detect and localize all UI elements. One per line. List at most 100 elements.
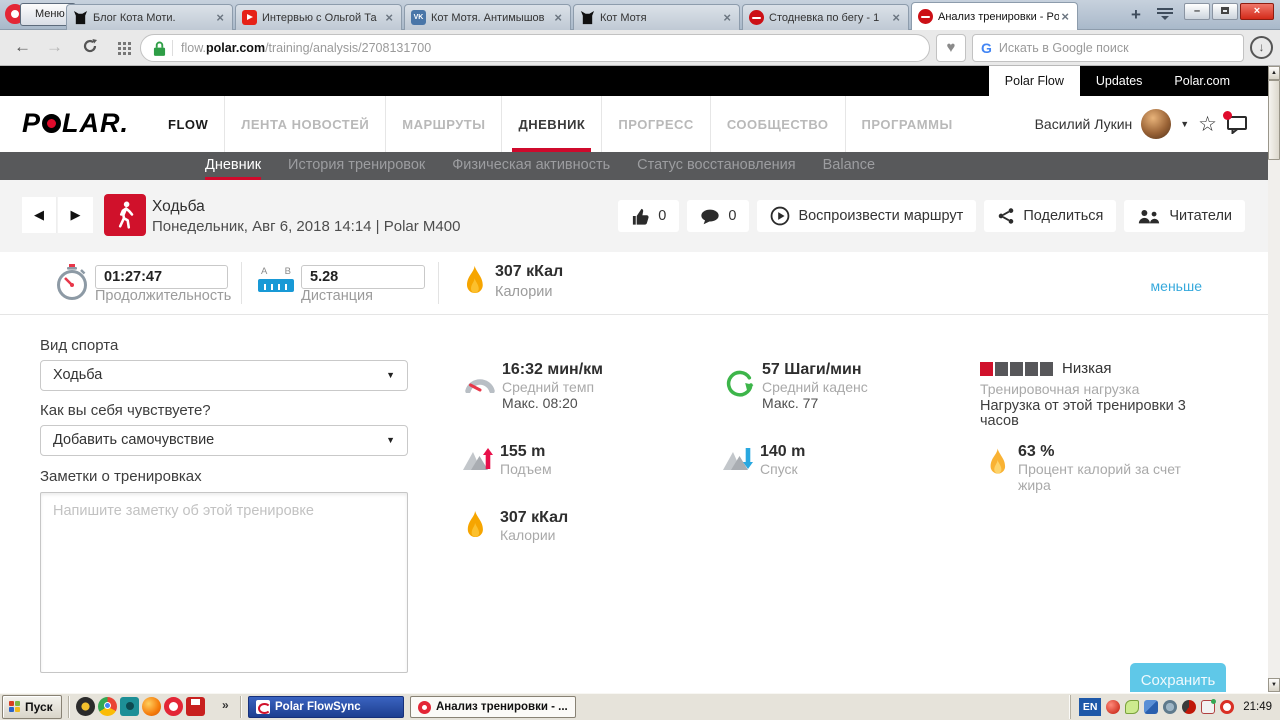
- diary-sub-nav: Дневник История тренировок Физическая ак…: [0, 152, 1268, 180]
- language-indicator[interactable]: EN: [1079, 698, 1101, 716]
- topbar-tab-polar-com[interactable]: Polar.com: [1158, 66, 1246, 96]
- favorites-star-icon[interactable]: ☆: [1198, 112, 1217, 137]
- subnav-item-history[interactable]: История тренировок: [288, 152, 425, 180]
- like-count: 0: [658, 208, 666, 224]
- download-icon[interactable]: ↓: [1250, 36, 1273, 59]
- tray-icon-target[interactable]: [1220, 700, 1234, 714]
- topbar-tab-polar-flow[interactable]: Polar Flow: [989, 66, 1080, 96]
- pace-stat: 16:32 мин/км Средний темп Макс. 08:20: [465, 361, 603, 411]
- share-button[interactable]: Поделиться: [984, 200, 1116, 232]
- tray-icon-red-ball[interactable]: [1106, 700, 1120, 714]
- notes-textarea[interactable]: [40, 492, 408, 673]
- start-button[interactable]: Пуск: [2, 695, 62, 719]
- notifications-icon[interactable]: [1226, 114, 1248, 134]
- tab-close-icon[interactable]: ×: [383, 10, 395, 25]
- system-tray: EN 21:49: [1070, 695, 1278, 719]
- tab-close-icon[interactable]: ×: [721, 10, 733, 25]
- tray-icon-swirl[interactable]: [1182, 700, 1196, 714]
- quick-launch-save-icon[interactable]: [186, 697, 205, 716]
- browser-tab-active[interactable]: Анализ тренировки - Po ×: [911, 2, 1078, 30]
- tab-close-icon[interactable]: ×: [1059, 9, 1071, 24]
- nav-item-community[interactable]: СООБЩЕСТВО: [710, 96, 845, 152]
- cadence-label: Средний каденс: [762, 379, 868, 395]
- quick-launch-firefox-icon[interactable]: [142, 697, 161, 716]
- browser-tab[interactable]: Блог Кота Моти. ×: [66, 4, 233, 30]
- search-input[interactable]: [999, 41, 1235, 55]
- load-label: Тренировочная нагрузка: [980, 381, 1195, 397]
- chevron-down-icon[interactable]: ▼: [1180, 119, 1189, 129]
- duration-input[interactable]: [95, 265, 228, 289]
- tab-close-icon[interactable]: ×: [890, 10, 902, 25]
- nav-item-feed[interactable]: ЛЕНТА НОВОСТЕЙ: [224, 96, 385, 152]
- like-button[interactable]: 0: [618, 200, 679, 232]
- feeling-select[interactable]: Добавить самочувствие ▼: [40, 425, 408, 456]
- nav-item-diary[interactable]: ДНЕВНИК: [501, 96, 601, 152]
- subnav-item-recovery[interactable]: Статус восстановления: [637, 152, 795, 180]
- ascent-mountain-icon: [463, 446, 494, 471]
- flame-icon: [462, 264, 487, 300]
- quick-launch-chrome-icon[interactable]: [98, 697, 117, 716]
- search-box[interactable]: G: [972, 34, 1244, 62]
- chevron-down-icon: ▼: [386, 361, 395, 390]
- browser-tab[interactable]: VK Кот Мотя. Антимышов ×: [404, 4, 571, 30]
- sport-select[interactable]: Ходьба ▼: [40, 360, 408, 391]
- bookmark-heart-icon[interactable]: ♥: [936, 34, 966, 62]
- topbar-tab-updates[interactable]: Updates: [1080, 66, 1159, 96]
- url-field[interactable]: flow.polar.com/training/analysis/2708131…: [140, 34, 930, 62]
- cadence-circle-icon: [725, 369, 754, 398]
- new-tab-button[interactable]: +: [1124, 4, 1148, 26]
- calories-value: 307 кКал: [495, 263, 563, 281]
- quick-launch-camera-icon[interactable]: [120, 697, 139, 716]
- subnav-item-activity[interactable]: Физическая активность: [452, 152, 610, 180]
- subnav-item-balance[interactable]: Balance: [823, 152, 875, 180]
- scroll-up-icon[interactable]: ▲: [1268, 66, 1280, 80]
- readers-button[interactable]: Читатели: [1124, 200, 1245, 232]
- activity-datetime: Понедельник, Авг 6, 2018 14:14 | Polar M…: [152, 218, 460, 235]
- previous-session-button[interactable]: ◀: [22, 197, 57, 233]
- browser-tab[interactable]: Интервью с Ольгой Та ×: [235, 4, 402, 30]
- quick-launch-opera-icon[interactable]: [164, 697, 183, 716]
- descent-value: 140 m: [760, 443, 805, 461]
- replay-route-button[interactable]: Воспроизвести маршрут: [757, 200, 976, 232]
- user-name[interactable]: Василий Лукин: [1035, 116, 1133, 132]
- distance-label: Дистанция: [301, 288, 373, 304]
- nav-item-routes[interactable]: МАРШРУТЫ: [385, 96, 501, 152]
- nav-item-progress[interactable]: ПРОГРЕСС: [601, 96, 709, 152]
- forward-icon[interactable]: →: [46, 37, 63, 57]
- tray-icon-network[interactable]: [1144, 700, 1158, 714]
- nav-item-programs[interactable]: ПРОГРАММЫ: [845, 96, 969, 152]
- tab-close-icon[interactable]: ×: [214, 10, 226, 25]
- window-minimize-button[interactable]: –: [1184, 3, 1210, 20]
- tab-close-icon[interactable]: ×: [552, 10, 564, 25]
- distance-input[interactable]: [301, 265, 425, 289]
- tray-icon-webcam[interactable]: [1163, 700, 1177, 714]
- avatar[interactable]: [1141, 109, 1171, 139]
- scroll-down-icon[interactable]: ▼: [1268, 678, 1280, 692]
- page-scrollbar[interactable]: ▲ ▼: [1268, 66, 1280, 692]
- tab-list-icon[interactable]: [1154, 8, 1176, 22]
- nav-item-flow[interactable]: FLOW: [152, 96, 224, 152]
- back-icon[interactable]: ←: [14, 37, 31, 57]
- next-session-button[interactable]: ▶: [58, 197, 93, 233]
- tray-icon-leaf[interactable]: [1125, 700, 1139, 714]
- quick-launch-daemon-icon[interactable]: [76, 697, 95, 716]
- calories-stat-label: Калории: [500, 527, 568, 543]
- scrollbar-thumb[interactable]: [1268, 80, 1280, 160]
- show-less-link[interactable]: меньше: [1151, 278, 1202, 294]
- reload-icon[interactable]: [82, 38, 98, 54]
- window-close-button[interactable]: ×: [1240, 3, 1274, 20]
- site-favicon-icon: [918, 9, 933, 24]
- browser-tab[interactable]: Стодневка по бегу - 1 ×: [742, 4, 909, 30]
- tray-icon-mail[interactable]: [1201, 700, 1215, 714]
- google-icon: G: [981, 40, 992, 56]
- browser-tab[interactable]: Кот Мотя ×: [573, 4, 740, 30]
- window-restore-button[interactable]: [1212, 3, 1238, 20]
- comment-button[interactable]: 0: [687, 200, 749, 232]
- descent-stat: 140 m Спуск: [723, 443, 805, 477]
- speed-dial-icon[interactable]: [118, 42, 121, 45]
- taskbar-task-flowsync[interactable]: Polar FlowSync: [248, 696, 404, 718]
- quick-launch-overflow-chevron[interactable]: »: [222, 698, 229, 712]
- polar-logo[interactable]: PLAR.: [22, 108, 129, 139]
- subnav-item-diary[interactable]: Дневник: [205, 152, 261, 180]
- taskbar-task-opera[interactable]: Анализ тренировки - ...: [410, 696, 576, 718]
